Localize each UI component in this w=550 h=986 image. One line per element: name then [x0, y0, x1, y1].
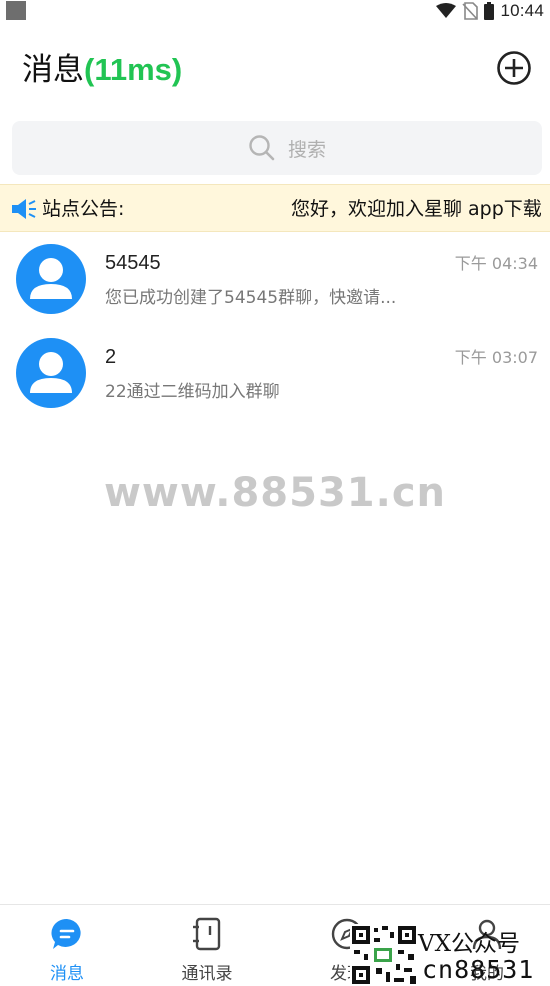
- status-bar: 10:44: [0, 0, 550, 24]
- battery-icon: [484, 2, 495, 20]
- avatar: [16, 338, 86, 408]
- promo-vx-text: VX公众号: [418, 931, 520, 957]
- chat-list-item[interactable]: 2 下午 03:07 22通过二维码加入群聊: [0, 326, 550, 418]
- qr-code-icon: [350, 924, 418, 986]
- chat-time: 下午 03:07: [454, 348, 538, 367]
- site-notice-bar[interactable]: 站点公告: 您好，欢迎加入星聊 app下载: [0, 184, 550, 232]
- page-title-text: 消息: [22, 52, 84, 88]
- user-avatar-icon: [30, 352, 72, 393]
- promo-cn-text: cn88531: [422, 955, 535, 984]
- watermark: www.88531.cn: [103, 470, 447, 516]
- wifi-icon: [436, 3, 457, 18]
- nav-label: 通讯录: [181, 964, 233, 984]
- search-icon: [249, 135, 275, 161]
- status-time: 10:44: [500, 1, 544, 20]
- nav-item-contacts[interactable]: 通讯录: [152, 915, 262, 984]
- search-placeholder: 搜索: [288, 138, 327, 161]
- nav-item-messages[interactable]: 消息: [12, 915, 122, 984]
- page-title: 消息(11ms): [22, 50, 182, 90]
- chat-list-item[interactable]: 54545 下午 04:34 您已成功创建了54545群聊，快邀请...: [0, 232, 550, 324]
- user-avatar-icon: [30, 258, 72, 299]
- notice-text: 您好，欢迎加入星聊 app下载: [291, 198, 542, 220]
- megaphone-icon: [12, 199, 36, 219]
- no-sim-icon: [462, 2, 479, 20]
- contacts-book-icon: [193, 917, 221, 951]
- search-bar[interactable]: 搜索: [12, 121, 542, 175]
- notice-label: 站点公告:: [42, 198, 125, 220]
- chat-time: 下午 04:34: [454, 254, 538, 273]
- chat-name: 2: [105, 346, 117, 368]
- notification-icon: [6, 1, 26, 20]
- chat-bubble-icon: [51, 918, 81, 949]
- chat-name: 54545: [105, 252, 161, 274]
- add-button[interactable]: [496, 50, 532, 86]
- avatar: [16, 244, 86, 314]
- promo-overlay: VX公众号 cn88531: [350, 922, 550, 986]
- chat-preview: 您已成功创建了54545群聊，快邀请...: [105, 288, 397, 308]
- latency-indicator: (11ms): [84, 52, 183, 87]
- chat-preview: 22通过二维码加入群聊: [105, 382, 280, 402]
- header: 消息(11ms): [0, 40, 550, 100]
- nav-label: 消息: [50, 964, 84, 984]
